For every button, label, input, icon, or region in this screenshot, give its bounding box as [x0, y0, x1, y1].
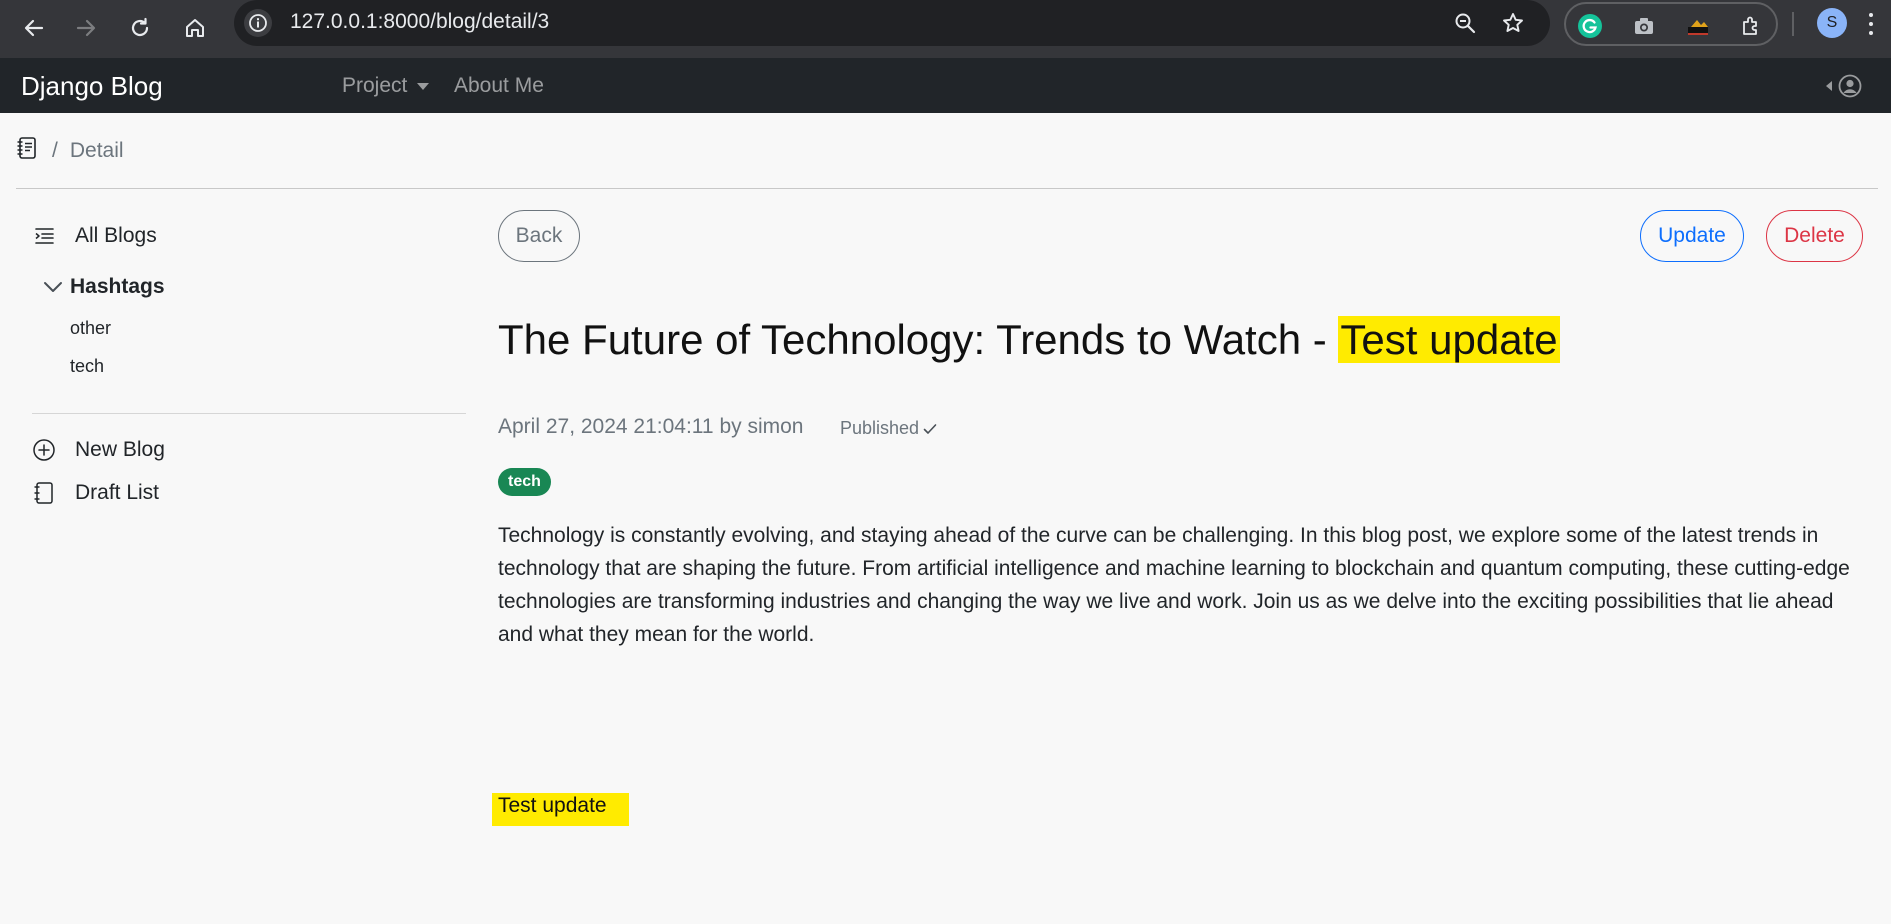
puzzle-extensions-icon[interactable]	[1738, 12, 1766, 40]
back-arrow-icon[interactable]	[14, 8, 54, 48]
site-navbar: Django Blog Project About Me	[0, 58, 1891, 113]
sidebar-item-new-blog[interactable]: New Blog	[32, 438, 165, 462]
kebab-menu-icon[interactable]	[1864, 10, 1878, 38]
home-icon[interactable]	[175, 8, 215, 48]
chevron-down-icon	[42, 276, 64, 298]
breadcrumb: / Detail	[16, 136, 124, 166]
post-meta: April 27, 2024 21:04:11 by simon	[498, 415, 804, 438]
list-indent-icon	[32, 224, 56, 248]
sidebar-item-label: All Blogs	[75, 224, 157, 247]
hashtags-toggle[interactable]: Hashtags	[42, 275, 165, 299]
caret-down-icon	[417, 82, 430, 90]
address-bar[interactable]: 127.0.0.1:8000/blog/detail/3	[234, 0, 1550, 46]
forward-arrow-icon[interactable]	[66, 8, 106, 48]
user-menu-dropdown[interactable]	[1826, 74, 1862, 98]
header-divider	[16, 188, 1878, 189]
browser-toolbar: 127.0.0.1:8000/blog/detail/3 S	[0, 0, 1891, 58]
plus-circle-icon	[32, 438, 56, 462]
user-circle-icon	[1838, 74, 1862, 98]
post-body: Technology is constantly evolving, and s…	[498, 524, 1850, 646]
update-button[interactable]: Update	[1640, 210, 1744, 262]
delete-button[interactable]: Delete	[1766, 210, 1863, 262]
toolbar-divider	[1792, 12, 1794, 36]
zoom-icon[interactable]	[1452, 10, 1478, 36]
camera-icon[interactable]	[1630, 12, 1658, 40]
reload-icon[interactable]	[120, 8, 160, 48]
url-text[interactable]: 127.0.0.1:8000/blog/detail/3	[290, 10, 549, 34]
sidebar-item-label: New Blog	[75, 438, 165, 461]
status-badge: Published	[840, 418, 938, 439]
post-title: The Future of Technology: Trends to Watc…	[498, 316, 1560, 364]
hashtag-link-other[interactable]: other	[70, 318, 111, 339]
check-icon	[923, 423, 937, 434]
tag-badge[interactable]: tech	[498, 468, 551, 496]
post-title-highlight: Test update	[1338, 316, 1560, 363]
caret-left-icon	[1826, 81, 1832, 91]
project-dropdown-label: Project	[342, 74, 408, 97]
extension-app-icon[interactable]	[1684, 12, 1712, 40]
hashtags-label: Hashtags	[70, 275, 165, 298]
hashtag-link-tech[interactable]: tech	[70, 356, 104, 377]
bookmark-star-icon[interactable]	[1500, 10, 1526, 36]
sidebar-item-draft-list[interactable]: Draft List	[32, 481, 159, 505]
post-footer-note: Test update	[492, 793, 629, 826]
journal-icon[interactable]	[16, 136, 38, 166]
profile-avatar[interactable]: S	[1817, 8, 1847, 38]
sidebar-item-all-blogs[interactable]: All Blogs	[32, 224, 157, 248]
breadcrumb-current: Detail	[69, 139, 124, 162]
about-me-link[interactable]: About Me	[454, 74, 544, 98]
journal-icon	[32, 481, 56, 505]
status-label: Published	[840, 418, 920, 438]
grammarly-icon[interactable]	[1576, 12, 1604, 40]
post-title-text: The Future of Technology: Trends to Watc…	[498, 316, 1339, 363]
back-button[interactable]: Back	[498, 210, 580, 262]
site-info-icon[interactable]	[244, 9, 272, 37]
extensions-group	[1564, 2, 1778, 46]
breadcrumb-separator: /	[52, 139, 58, 162]
sidebar-divider	[32, 413, 466, 414]
project-dropdown[interactable]: Project	[342, 74, 430, 98]
sidebar-item-label: Draft List	[75, 481, 160, 504]
brand-link[interactable]: Django Blog	[21, 71, 163, 102]
